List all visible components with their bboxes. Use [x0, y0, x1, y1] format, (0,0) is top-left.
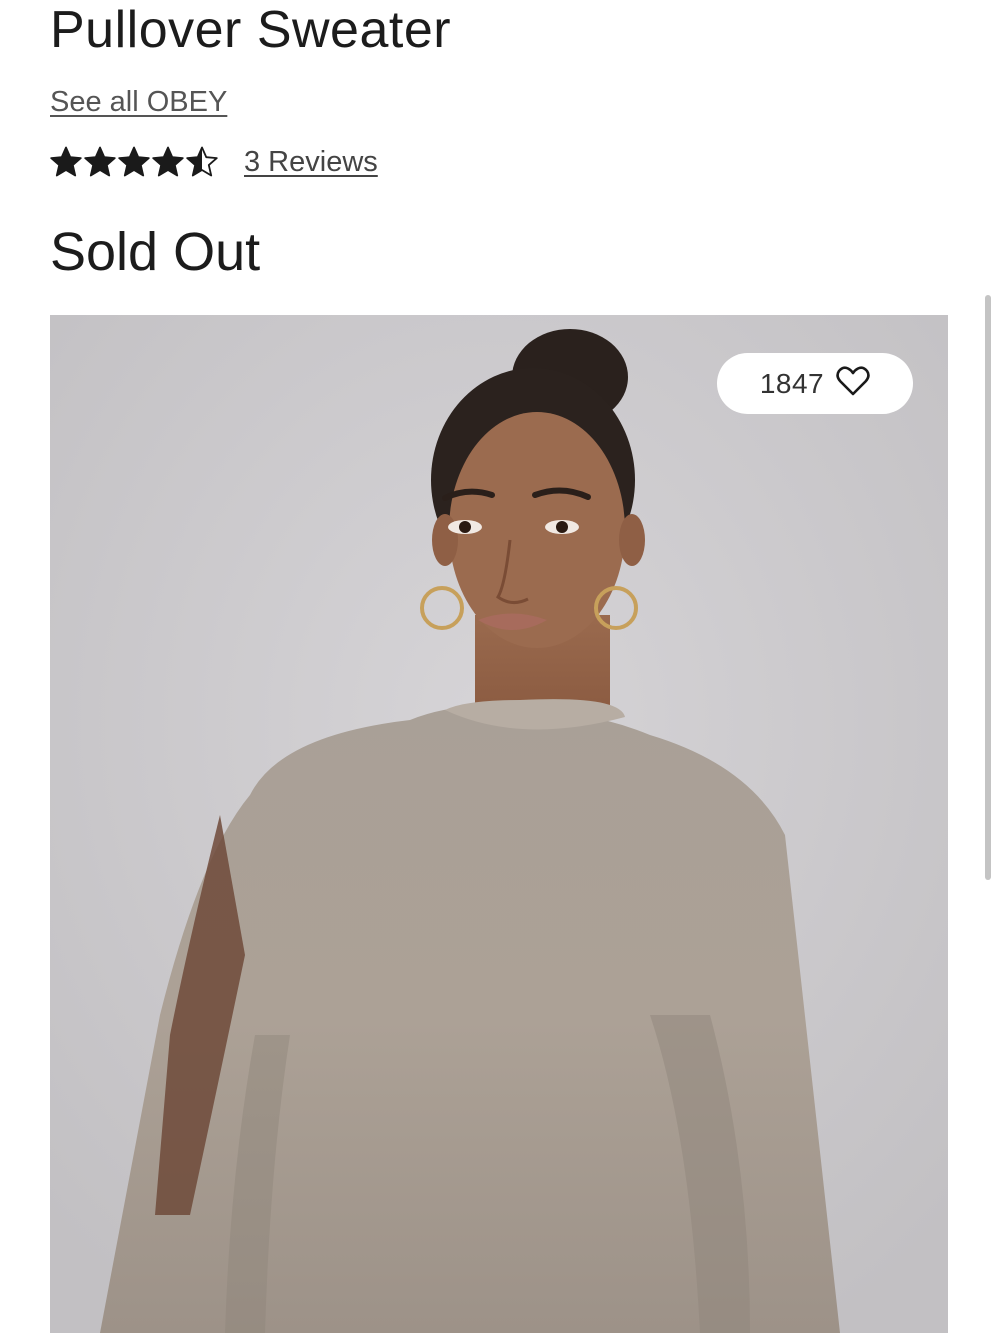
model-photo — [50, 315, 948, 1333]
star-icon — [118, 146, 150, 178]
see-all-brand-link[interactable]: See all OBEY — [50, 84, 227, 120]
heart-outline-icon — [836, 366, 870, 401]
rating-row: 3 Reviews — [50, 140, 378, 184]
star-icon — [84, 146, 116, 178]
favorite-button[interactable]: 1847 — [717, 353, 913, 414]
star-rating — [50, 146, 218, 178]
star-icon — [50, 146, 82, 178]
scrollbar[interactable] — [985, 295, 991, 880]
stock-status: Sold Out — [50, 222, 261, 282]
product-title: Pullover Sweater — [50, 1, 452, 59]
star-icon — [152, 146, 184, 178]
product-image[interactable] — [50, 315, 948, 1333]
favorites-count: 1847 — [759, 367, 825, 399]
reviews-link[interactable]: 3 Reviews — [244, 144, 378, 180]
star-icon — [186, 146, 218, 178]
